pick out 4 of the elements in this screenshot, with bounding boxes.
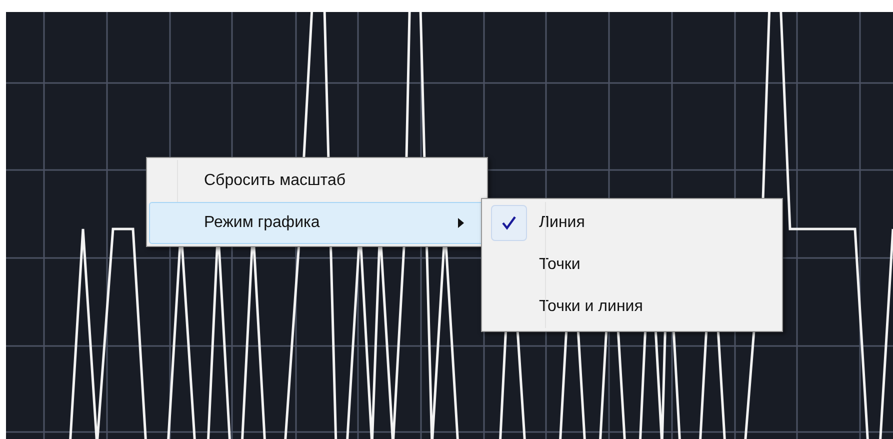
- menu-item[interactable]: Сбросить масштаб: [149, 160, 485, 202]
- menu-item[interactable]: Точки и линия: [485, 286, 779, 328]
- menu-item[interactable]: Линия: [485, 202, 779, 244]
- menu-item[interactable]: Точки: [485, 244, 779, 286]
